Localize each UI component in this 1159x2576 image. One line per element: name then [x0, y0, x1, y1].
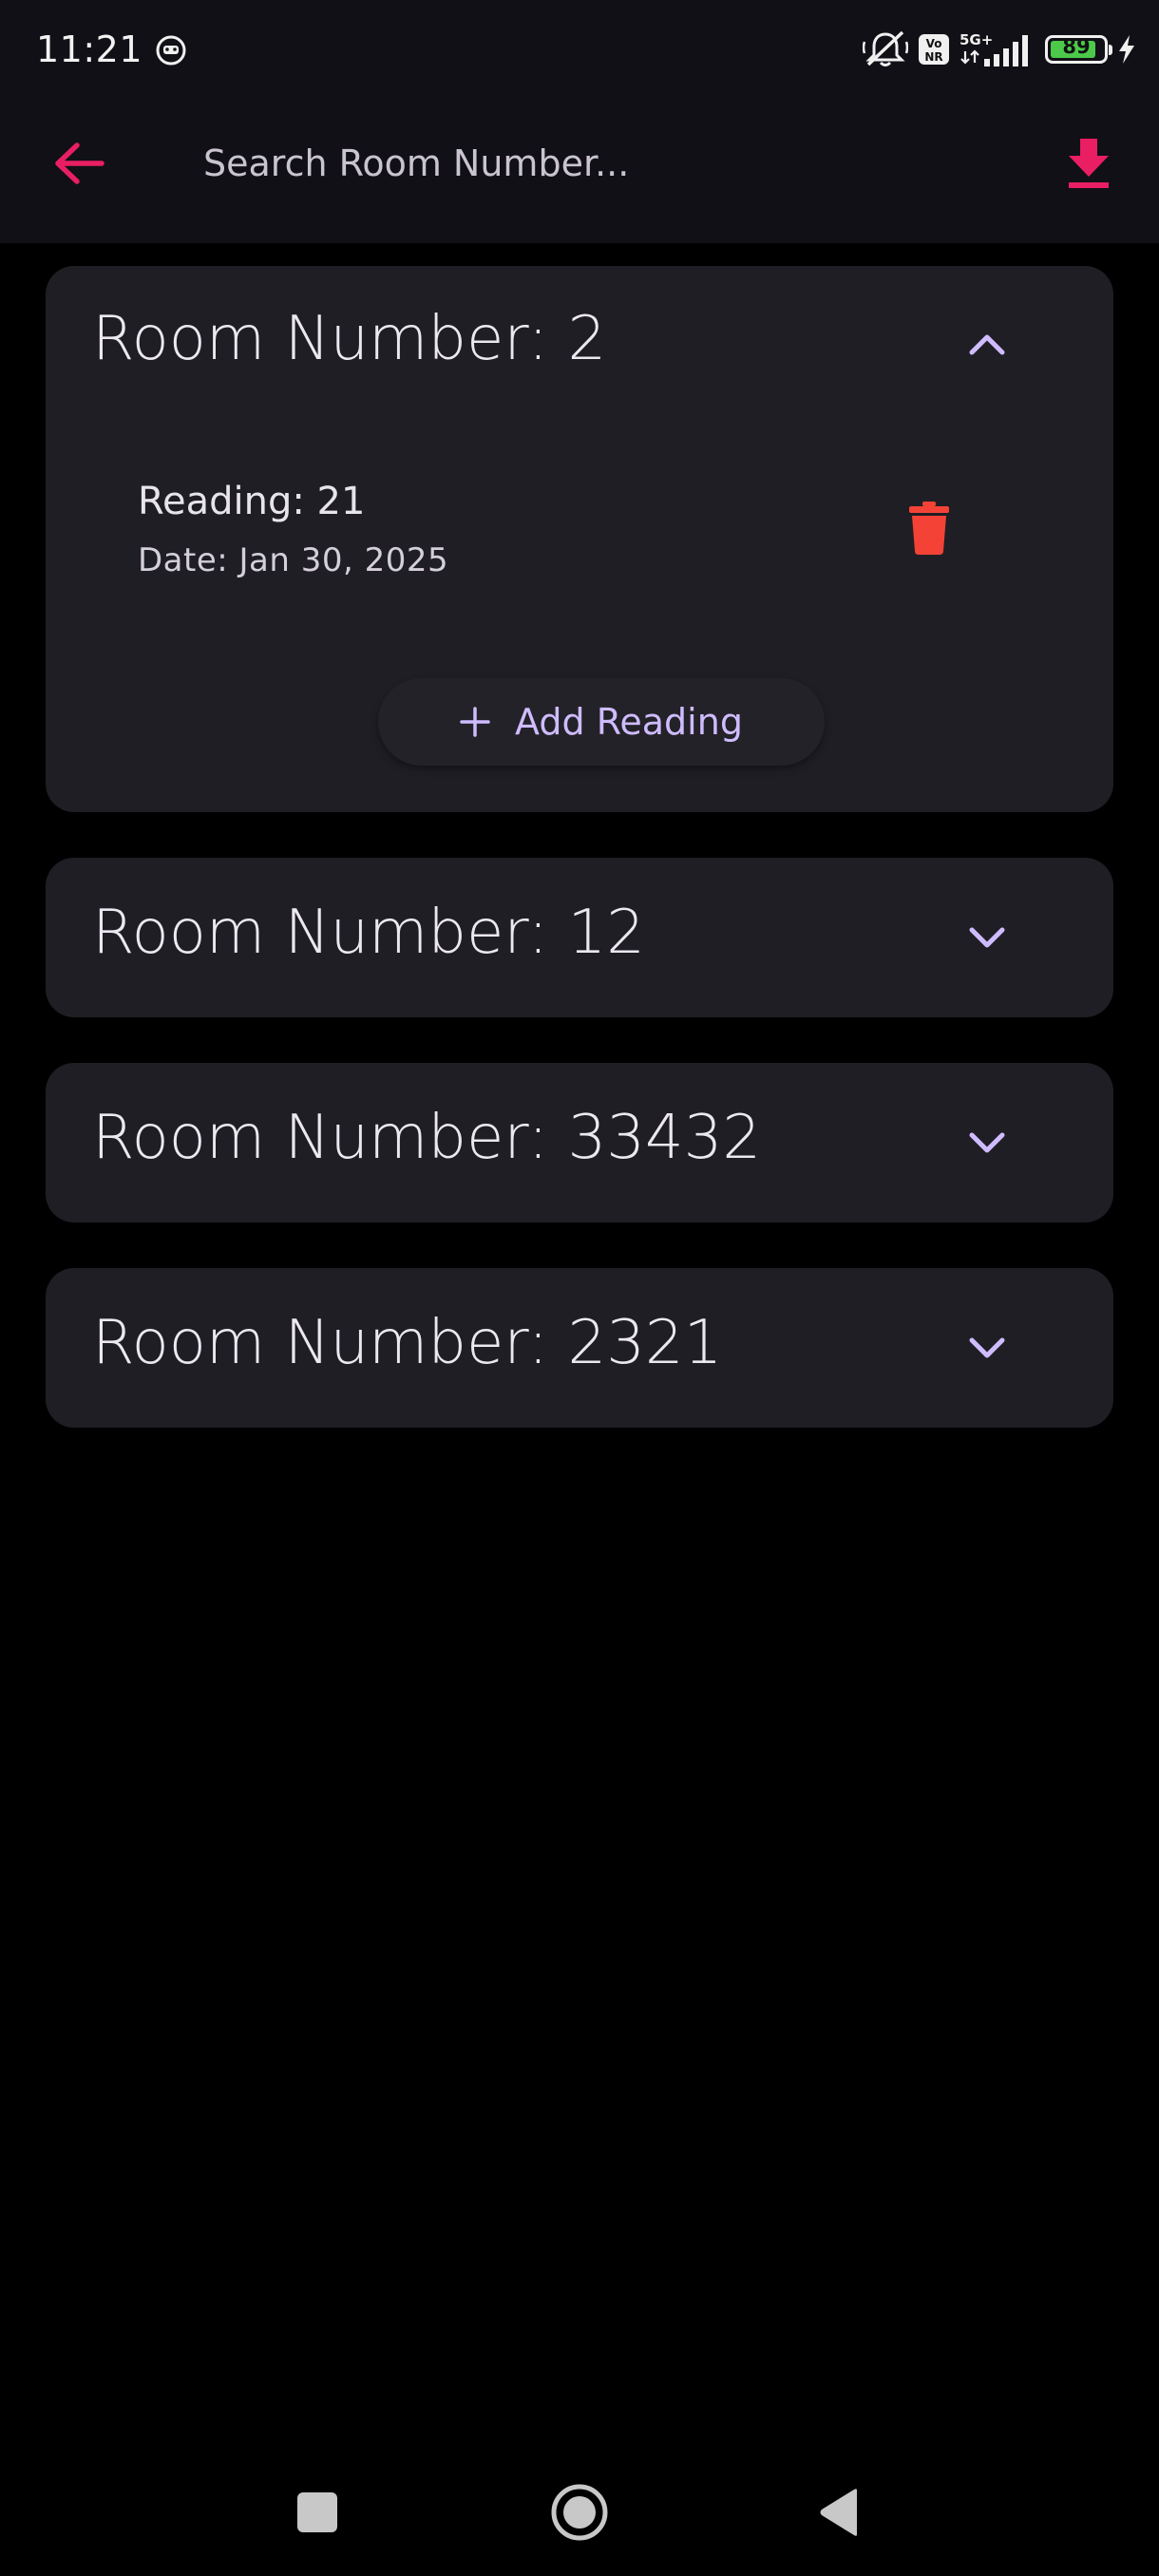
chevron-up-icon: [969, 334, 1005, 355]
download-button[interactable]: [1054, 129, 1123, 198]
signal-5g-icon: 5G+: [960, 31, 1028, 66]
collapse-button[interactable]: [953, 310, 1021, 378]
app-bar: 11:21 Vo NR 5G+ 89: [0, 0, 1159, 243]
room-card[interactable]: Room Number: 33432: [46, 1063, 1113, 1222]
room-title: Room Number: 12: [92, 898, 645, 968]
status-time: 11:21: [36, 28, 143, 70]
back-nav-button[interactable]: [806, 2479, 872, 2546]
chevron-down-icon: [969, 927, 1005, 948]
expand-button[interactable]: [953, 1314, 1021, 1382]
home-circle-icon: [551, 2484, 608, 2541]
app-notification-icon: [156, 35, 186, 66]
expand-button[interactable]: [953, 903, 1021, 972]
chevron-down-icon: [969, 1132, 1005, 1153]
arrow-back-icon: [55, 142, 104, 184]
charging-bolt-icon: [1119, 35, 1134, 64]
svg-text:Vo: Vo: [926, 37, 942, 50]
volte-icon: Vo NR: [919, 34, 949, 65]
back-button[interactable]: [46, 129, 114, 198]
battery-indicator: 89: [1045, 35, 1112, 64]
room-card[interactable]: Room Number: 2321: [46, 1268, 1113, 1428]
search-input[interactable]: [203, 133, 982, 194]
chevron-down-icon: [969, 1337, 1005, 1358]
recents-button[interactable]: [284, 2479, 351, 2546]
svg-text:NR: NR: [924, 50, 942, 64]
room-card: Room Number: 2 Reading: 21 Date: Jan 30,…: [46, 266, 1113, 812]
square-icon: [297, 2492, 337, 2532]
silent-bell-icon: [863, 30, 908, 66]
status-icons: Vo NR 5G+ 89: [863, 30, 1136, 68]
trash-icon: [909, 502, 949, 555]
room-card[interactable]: Room Number: 12: [46, 858, 1113, 1017]
triangle-back-icon: [820, 2489, 857, 2536]
delete-reading-button[interactable]: [891, 490, 967, 566]
system-nav-bar: [0, 2432, 1159, 2576]
home-button[interactable]: [546, 2479, 613, 2546]
room-title: Room Number: 33432: [92, 1103, 762, 1173]
room-title[interactable]: Room Number: 2: [92, 304, 606, 374]
add-reading-button[interactable]: Add Reading: [378, 678, 825, 766]
plus-icon: [460, 707, 490, 737]
battery-percent: 89: [1062, 35, 1091, 58]
room-title: Room Number: 2321: [92, 1308, 723, 1378]
add-reading-label: Add Reading: [515, 701, 743, 743]
download-icon: [1069, 139, 1109, 188]
svg-text:5G+: 5G+: [960, 31, 993, 48]
expand-button[interactable]: [953, 1108, 1021, 1177]
reading-date: Date: Jan 30, 2025: [138, 541, 449, 579]
reading-value: Reading: 21: [138, 480, 366, 523]
